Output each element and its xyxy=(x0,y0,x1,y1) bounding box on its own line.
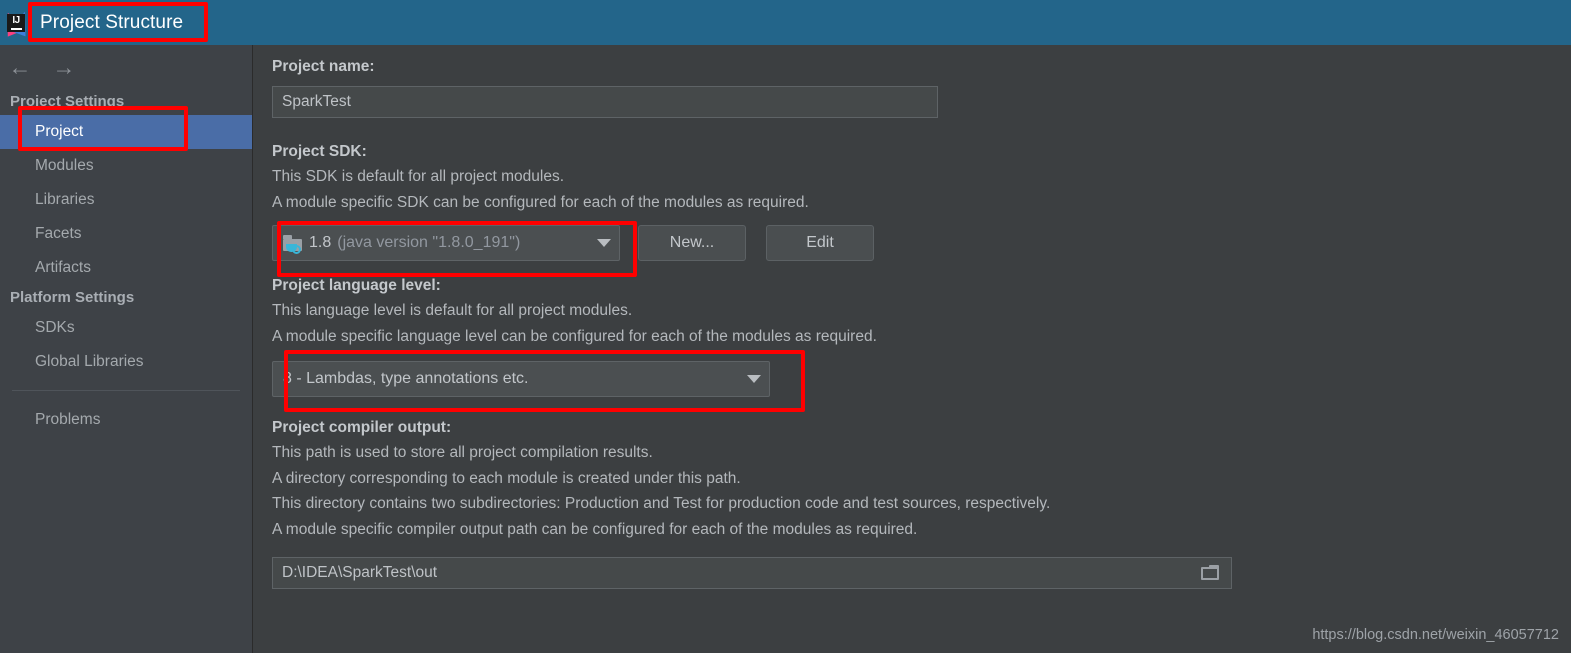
title-bar: IJ Project Structure xyxy=(0,0,1571,45)
compiler-output-label: Project compiler output: xyxy=(272,419,452,436)
watermark-url: https://blog.csdn.net/weixin_46057712 xyxy=(1312,627,1559,643)
logo-text: IJ xyxy=(12,14,20,26)
sidebar-item-problems[interactable]: Problems xyxy=(0,403,252,437)
language-level-label: Project language level: xyxy=(272,277,441,294)
sidebar-item-modules[interactable]: Modules xyxy=(0,149,252,183)
forward-arrow-icon[interactable]: → xyxy=(52,55,76,79)
sidebar-group-platform-settings: Platform Settings xyxy=(10,289,135,306)
project-sdk-selected-name: 1.8 xyxy=(309,234,332,251)
chevron-down-icon xyxy=(597,239,611,247)
java-folder-icon xyxy=(283,235,302,254)
project-sdk-desc-2: A module specific SDK can be configured … xyxy=(272,193,809,211)
new-sdk-button[interactable]: New... xyxy=(638,225,746,261)
sidebar-group-project-settings: Project Settings xyxy=(10,93,125,110)
compiler-output-path-value: D:\IDEA\SparkTest\out xyxy=(282,564,438,581)
project-sdk-desc-1: This SDK is default for all project modu… xyxy=(272,168,565,185)
back-arrow-icon[interactable]: ← xyxy=(8,55,32,79)
project-structure-dialog: IJ Project Structure ← → Project Setting… xyxy=(0,0,1571,653)
intellij-idea-logo-icon: IJ xyxy=(0,8,34,37)
project-sdk-row: 1.8 (java version "1.8.0_191") New... Ed… xyxy=(272,225,1571,261)
chevron-down-icon xyxy=(747,375,761,383)
sidebar-item-global-libraries[interactable]: Global Libraries xyxy=(0,345,252,379)
compiler-output-desc-4: A module specific compiler output path c… xyxy=(272,520,918,538)
compiler-output-desc-2: A directory corresponding to each module… xyxy=(272,469,741,487)
settings-sidebar: ← → Project Settings Project Modules Lib… xyxy=(0,45,253,653)
folder-browse-icon[interactable] xyxy=(1201,565,1221,581)
compiler-output-desc-1: This path is used to store all project c… xyxy=(272,444,653,461)
project-settings-panel: Project name: SparkTest Project SDK: Thi… xyxy=(254,45,1571,653)
sidebar-item-project[interactable]: Project xyxy=(0,115,252,149)
project-sdk-selected-version: (java version "1.8.0_191") xyxy=(337,234,521,251)
edit-sdk-button[interactable]: Edit xyxy=(766,225,874,261)
sidebar-item-facets[interactable]: Facets xyxy=(0,217,252,251)
project-sdk-label: Project SDK: xyxy=(272,143,367,160)
compiler-output-path-field[interactable]: D:\IDEA\SparkTest\out xyxy=(272,557,1232,589)
navigation-arrows: ← → xyxy=(0,45,252,89)
project-name-input[interactable]: SparkTest xyxy=(272,86,938,118)
project-name-label: Project name: xyxy=(272,58,375,75)
language-level-combobox[interactable]: 8 - Lambdas, type annotations etc. xyxy=(272,361,770,397)
language-level-selected: 8 - Lambdas, type annotations etc. xyxy=(283,370,529,387)
language-level-desc-1: This language level is default for all p… xyxy=(272,302,633,319)
project-sdk-combobox[interactable]: 1.8 (java version "1.8.0_191") xyxy=(272,225,620,261)
sidebar-item-artifacts[interactable]: Artifacts xyxy=(0,251,252,285)
window-title: Project Structure xyxy=(40,11,184,33)
sidebar-item-libraries[interactable]: Libraries xyxy=(0,183,252,217)
sidebar-item-sdks[interactable]: SDKs xyxy=(0,311,252,345)
sidebar-divider xyxy=(12,390,240,391)
compiler-output-desc-3: This directory contains two subdirectori… xyxy=(272,495,1051,512)
language-level-desc-2: A module specific language level can be … xyxy=(272,327,877,345)
